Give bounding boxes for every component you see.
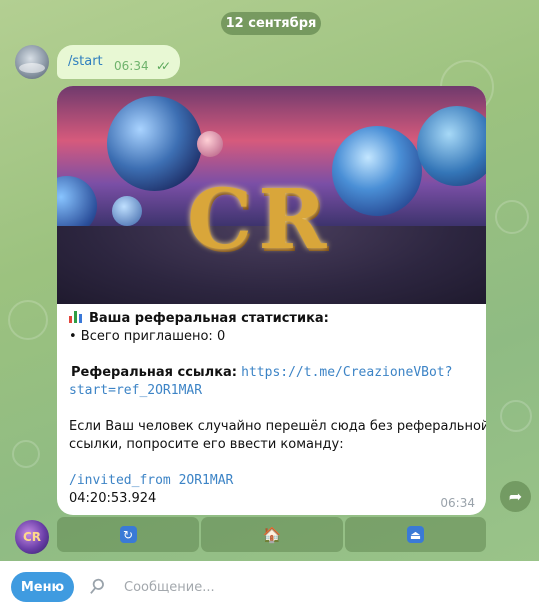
bar-chart-icon bbox=[69, 310, 83, 323]
user-avatar[interactable] bbox=[15, 45, 49, 79]
referral-link-label: Реферальная ссылка: bbox=[71, 365, 237, 380]
planet-decoration bbox=[417, 106, 486, 186]
bot-avatar[interactable]: CR bbox=[15, 520, 49, 554]
home-icon: 🏠 bbox=[262, 525, 282, 544]
cr-logo-text: CR bbox=[187, 172, 333, 268]
menu-button[interactable]: Меню bbox=[11, 572, 74, 602]
wallpaper-doodle bbox=[12, 440, 40, 468]
bot-message-time: 06:34 bbox=[440, 496, 475, 510]
message-input-bar: Меню ⚲ bbox=[0, 561, 539, 609]
refresh-icon: ↻ bbox=[119, 526, 137, 543]
planet-decoration bbox=[112, 196, 142, 226]
referral-link[interactable]: https://t.me/CreazioneVBot? bbox=[241, 365, 452, 380]
planet-decoration bbox=[332, 126, 422, 216]
help-text-line: ссылки, попросите его ввести команду: bbox=[69, 437, 344, 452]
wallpaper-doodle bbox=[495, 200, 529, 234]
forward-arrow-icon: ➦ bbox=[508, 487, 523, 506]
share-button[interactable]: ➦ bbox=[500, 481, 531, 512]
outgoing-message-text: /start bbox=[68, 54, 103, 69]
timestamp-text: 04:20:53.924 bbox=[69, 491, 157, 506]
outgoing-message[interactable]: /start 06:34 ✓✓ bbox=[57, 45, 180, 79]
double-check-icon: ✓✓ bbox=[156, 59, 171, 73]
referral-link-line: Реферальная ссылка: https://t.me/Creazio… bbox=[69, 364, 474, 382]
invite-command[interactable]: /invited_from 2OR1MAR bbox=[69, 473, 233, 488]
help-text-line: Если Ваш человек случайно перешёл сюда б… bbox=[69, 419, 486, 434]
date-separator: 12 сентября bbox=[221, 12, 321, 35]
message-input[interactable] bbox=[122, 574, 526, 600]
message-photo[interactable]: CR bbox=[57, 86, 486, 304]
keyboard-button-home[interactable]: 🏠 bbox=[201, 517, 343, 552]
wallpaper-doodle bbox=[500, 400, 532, 432]
outgoing-message-time: 06:34 bbox=[114, 59, 149, 73]
keyboard-button-refresh[interactable]: ↻ bbox=[57, 517, 199, 552]
keyboard-button-eject[interactable]: ⏏ bbox=[345, 517, 486, 552]
paperclip-icon[interactable]: ⚲ bbox=[82, 571, 113, 602]
stats-title-line: Ваша реферальная статистика: bbox=[69, 310, 474, 328]
wallpaper-doodle bbox=[8, 300, 48, 340]
bot-avatar-text: CR bbox=[22, 530, 42, 544]
eject-icon: ⏏ bbox=[407, 526, 424, 543]
referral-link-continued[interactable]: start=ref_2OR1MAR bbox=[69, 383, 202, 398]
message-content: Ваша реферальная статистика: • Всего при… bbox=[69, 310, 486, 508]
stats-title: Ваша реферальная статистика: bbox=[89, 311, 329, 326]
bot-message[interactable]: CR Ваша реферальная статистика: • Всего … bbox=[57, 86, 486, 515]
invited-count: • Всего приглашено: 0 bbox=[69, 329, 226, 344]
planet-decoration bbox=[197, 131, 223, 157]
